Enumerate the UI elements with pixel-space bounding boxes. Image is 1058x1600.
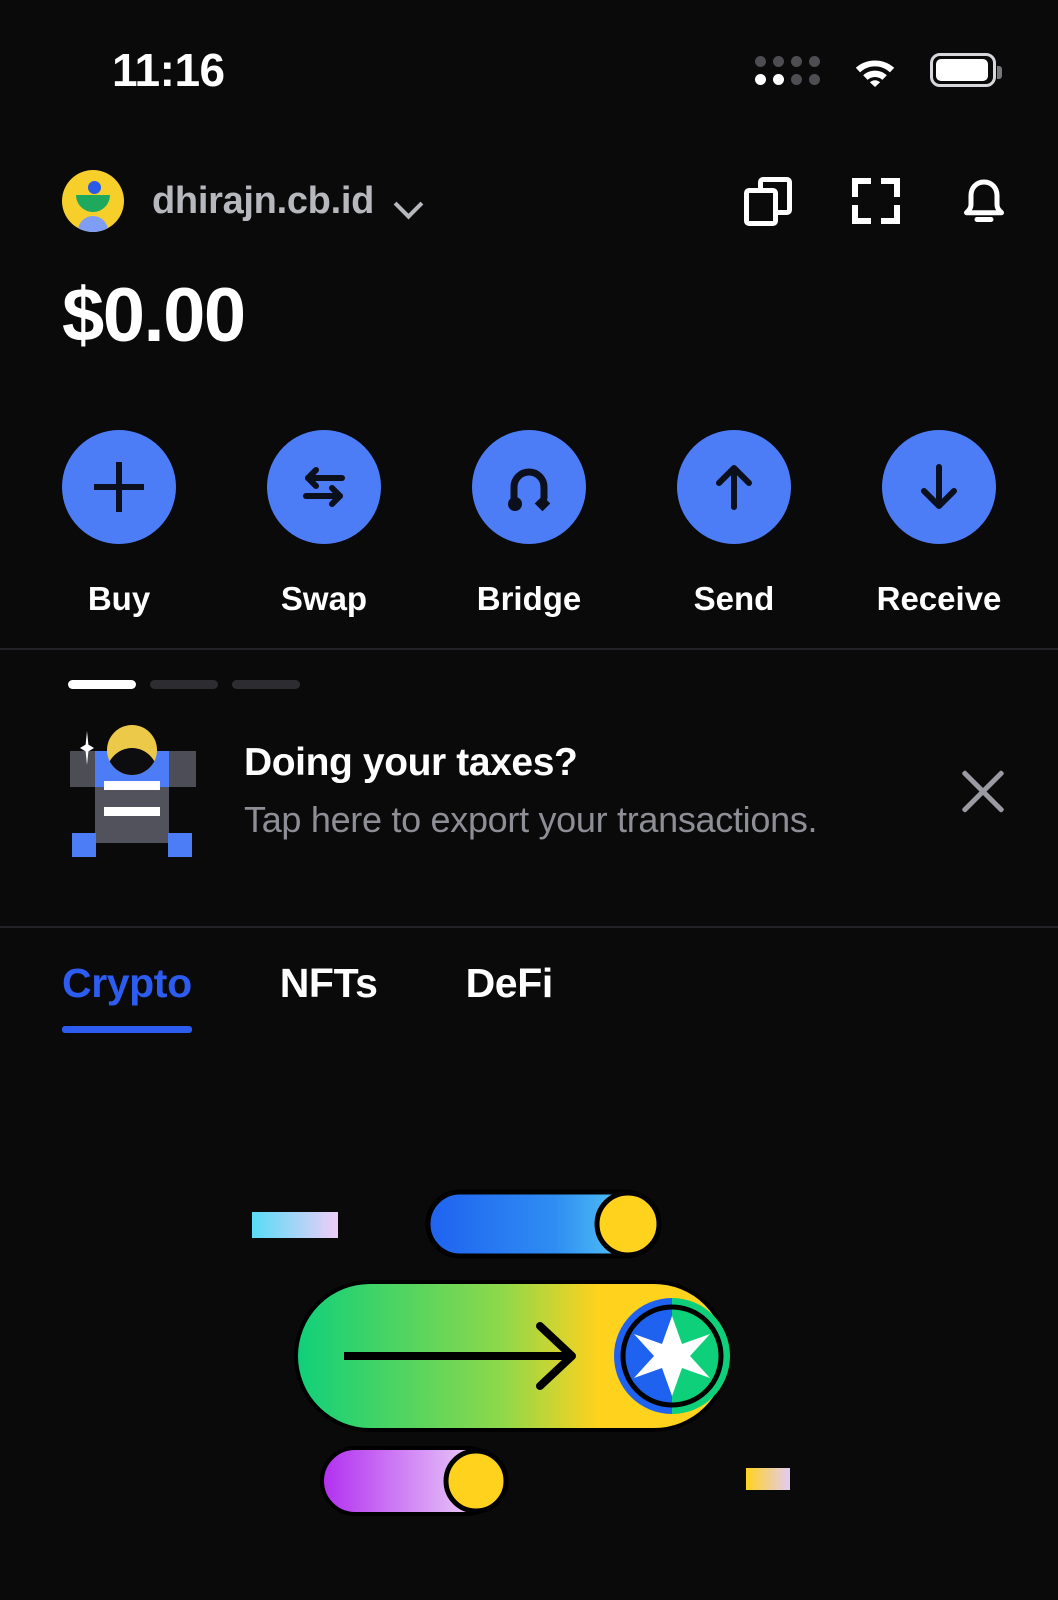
action-label: Send bbox=[693, 580, 775, 617]
balance-amount: $0.00 bbox=[62, 273, 246, 358]
signal-dots-icon bbox=[755, 55, 820, 85]
status-bar: 11:16 bbox=[0, 0, 1058, 140]
promo-title: Doing your taxes? bbox=[244, 741, 578, 784]
avatar-icon[interactable] bbox=[62, 170, 124, 232]
asset-tabs: Crypto NFTs DeFi bbox=[62, 960, 553, 1033]
tab-defi[interactable]: DeFi bbox=[466, 960, 554, 1033]
status-indicators bbox=[755, 53, 1002, 87]
wallet-home-screen: 11:16 dhirajn.cb.id $0.00 Buy Swap Bridg… bbox=[0, 0, 1058, 1600]
arrow-down-icon[interactable] bbox=[882, 430, 996, 544]
pager-dot[interactable] bbox=[68, 680, 136, 689]
arrow-up-icon[interactable] bbox=[677, 430, 791, 544]
close-icon[interactable] bbox=[956, 764, 1010, 818]
bell-icon[interactable] bbox=[958, 175, 1010, 227]
tab-crypto[interactable]: Crypto bbox=[62, 960, 192, 1033]
pager-dot[interactable] bbox=[150, 680, 218, 689]
tax-document-icon bbox=[62, 723, 202, 859]
bridge-arch-icon[interactable] bbox=[472, 430, 586, 544]
action-label: Receive bbox=[876, 580, 1002, 617]
promo-pagination[interactable] bbox=[68, 680, 300, 689]
action-send[interactable]: Send bbox=[677, 430, 791, 618]
action-bridge[interactable]: Bridge bbox=[472, 430, 586, 618]
battery-icon bbox=[930, 53, 1002, 87]
action-receive[interactable]: Receive bbox=[877, 430, 1001, 618]
promo-subtitle: Tap here to export your transactions. bbox=[244, 799, 818, 840]
action-label: Swap bbox=[280, 580, 368, 617]
divider-top bbox=[0, 648, 1058, 650]
action-buy[interactable]: Buy bbox=[62, 430, 176, 618]
plus-icon[interactable] bbox=[62, 430, 176, 544]
scan-qr-icon[interactable] bbox=[850, 175, 902, 227]
promo-banner-taxes[interactable]: Doing your taxes? Tap here to export you… bbox=[0, 706, 1058, 876]
account-header: dhirajn.cb.id bbox=[0, 158, 1058, 244]
copy-icon[interactable] bbox=[742, 175, 794, 227]
pager-dot[interactable] bbox=[232, 680, 300, 689]
quick-actions-row: Buy Swap Bridge Send Receive bbox=[0, 430, 1058, 618]
wifi-icon bbox=[852, 53, 898, 87]
tab-nfts[interactable]: NFTs bbox=[280, 960, 378, 1033]
swap-toggle-illustration-icon bbox=[0, 1150, 1058, 1550]
header-actions bbox=[742, 175, 1010, 227]
action-label: Buy bbox=[87, 580, 151, 617]
action-label: Bridge bbox=[476, 580, 582, 617]
divider-bottom bbox=[0, 926, 1058, 928]
action-swap[interactable]: Swap bbox=[267, 430, 381, 618]
chevron-down-icon[interactable] bbox=[396, 194, 422, 209]
account-name[interactable]: dhirajn.cb.id bbox=[152, 180, 374, 223]
swap-arrows-icon[interactable] bbox=[267, 430, 381, 544]
promo-text: Doing your taxes? Tap here to export you… bbox=[244, 741, 818, 841]
status-time: 11:16 bbox=[112, 44, 225, 96]
